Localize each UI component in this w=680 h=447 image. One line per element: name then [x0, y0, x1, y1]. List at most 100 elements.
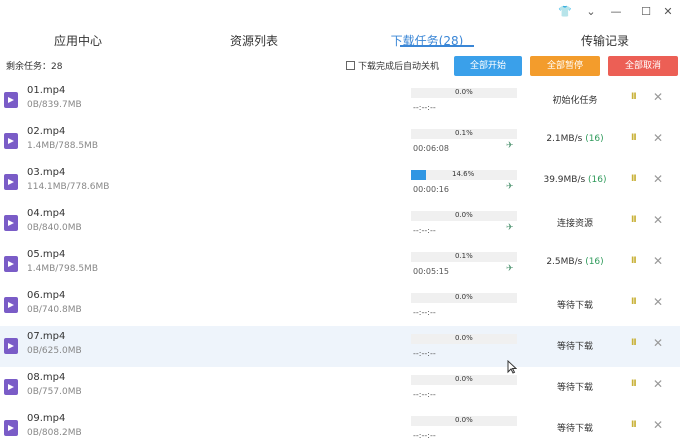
task-status: 39.9MB/s (16) [525, 175, 625, 185]
video-file-icon [4, 379, 18, 395]
task-progress-percent: 14.6% [452, 170, 475, 178]
task-status-text: 2.1MB/s [546, 134, 583, 144]
tab-download-tasks[interactable]: 下载任务(28) [357, 30, 497, 52]
task-file-size: 0B/839.7MB [27, 100, 82, 110]
video-file-icon [4, 338, 18, 354]
task-connection-count: (16) [588, 175, 607, 185]
tab-app-center[interactable]: 应用中心 [8, 30, 148, 52]
close-button[interactable]: ✕ [660, 4, 676, 20]
task-remaining-time: --:--:-- [413, 390, 436, 399]
auto-shutdown-option[interactable]: 下载完成后自动关机 [346, 59, 439, 72]
task-status: 初始化任务 [525, 93, 625, 106]
pause-task-button[interactable]: II [631, 297, 637, 307]
delete-task-button[interactable]: ✕ [653, 172, 663, 186]
task-row[interactable]: 01.mp4 0B/839.7MB 0.0% --:--:-- 初始化任务 II ✕ [0, 80, 680, 121]
task-status-text: 等待下载 [556, 342, 593, 352]
delete-task-button[interactable]: ✕ [653, 295, 663, 309]
pause-all-button[interactable]: 全部暂停 [530, 56, 600, 76]
accelerate-icon: ✈ [506, 182, 514, 192]
task-status-text: 等待下载 [556, 301, 593, 311]
task-file-size: 0B/757.0MB [27, 387, 82, 397]
delete-task-button[interactable]: ✕ [653, 90, 663, 104]
task-status: 等待下载 [525, 380, 625, 393]
menu-dropdown-icon[interactable]: ⌄ [583, 4, 599, 20]
skin-icon[interactable]: 👕 [557, 4, 573, 20]
video-file-icon [4, 215, 18, 231]
video-file-icon [4, 133, 18, 149]
maximize-button[interactable]: ☐ [638, 4, 654, 20]
task-file-name: 01.mp4 [27, 85, 66, 96]
task-file-size: 1.4MB/798.5MB [27, 264, 98, 274]
tab-resource-list[interactable]: 资源列表 [184, 30, 324, 52]
video-file-icon [4, 174, 18, 190]
task-row[interactable]: 05.mp4 1.4MB/798.5MB 0.1% 00:05:15 ✈ 2.5MB/s … [0, 244, 680, 285]
delete-task-button[interactable]: ✕ [653, 213, 663, 227]
pause-task-button[interactable]: II [631, 379, 637, 389]
task-progress-percent: 0.1% [455, 129, 473, 137]
task-file-name: 02.mp4 [27, 126, 66, 137]
task-progress-percent: 0.0% [455, 211, 473, 219]
task-status: 连接资源 [525, 216, 625, 229]
task-progress-percent: 0.0% [455, 293, 473, 301]
task-status: 2.1MB/s (16) [525, 134, 625, 144]
task-status: 等待下载 [525, 298, 625, 311]
task-remaining-time: 00:05:15 [413, 267, 449, 276]
task-file-name: 04.mp4 [27, 208, 66, 219]
accelerate-icon: ✈ [506, 264, 514, 274]
task-status: 2.5MB/s (16) [525, 257, 625, 267]
task-progress-percent: 0.0% [455, 375, 473, 383]
task-row[interactable]: 07.mp4 0B/625.0MB 0.0% --:--:-- 等待下载 II ✕ [0, 326, 680, 367]
auto-shutdown-checkbox[interactable] [346, 61, 355, 70]
task-file-name: 06.mp4 [27, 290, 66, 301]
task-status-text: 连接资源 [556, 219, 593, 229]
start-all-button[interactable]: 全部开始 [454, 56, 522, 76]
delete-task-button[interactable]: ✕ [653, 377, 663, 391]
accelerate-icon: ✈ [506, 223, 514, 233]
delete-task-button[interactable]: ✕ [653, 418, 663, 432]
task-row[interactable]: 02.mp4 1.4MB/788.5MB 0.1% 00:06:08 ✈ 2.1MB/s … [0, 121, 680, 162]
task-remaining-time: 00:00:16 [413, 185, 449, 194]
task-status-text: 2.5MB/s [546, 257, 583, 267]
task-row[interactable]: 03.mp4 114.1MB/778.6MB 14.6% 00:00:16 ✈ 39.9M… [0, 162, 680, 203]
task-status-text: 等待下载 [556, 383, 593, 393]
pause-task-button[interactable]: II [631, 420, 637, 430]
pause-task-button[interactable]: II [631, 338, 637, 348]
task-row[interactable]: 04.mp4 0B/840.0MB 0.0% --:--:-- ✈ 连接资源 II ✕ [0, 203, 680, 244]
task-connection-count: (16) [585, 257, 604, 267]
pause-task-button[interactable]: II [631, 174, 637, 184]
delete-task-button[interactable]: ✕ [653, 254, 663, 268]
task-status-text: 39.9MB/s [543, 175, 586, 185]
task-status-text: 等待下载 [556, 424, 593, 434]
task-file-size: 114.1MB/778.6MB [27, 182, 110, 192]
task-file-size: 0B/625.0MB [27, 346, 82, 356]
delete-task-button[interactable]: ✕ [653, 131, 663, 145]
minimize-button[interactable]: — [608, 4, 624, 20]
delete-task-button[interactable]: ✕ [653, 336, 663, 350]
task-file-name: 08.mp4 [27, 372, 66, 383]
cancel-all-button[interactable]: 全部取消 [608, 56, 678, 76]
task-file-name: 05.mp4 [27, 249, 66, 260]
task-file-name: 07.mp4 [27, 331, 66, 342]
task-row[interactable]: 08.mp4 0B/757.0MB 0.0% --:--:-- 等待下载 II ✕ [0, 367, 680, 408]
task-progress-percent: 0.1% [455, 252, 473, 260]
main-tabs: 应用中心 资源列表 下载任务(28) 传输记录 [0, 30, 680, 54]
task-progress-percent: 0.0% [455, 88, 473, 96]
task-remaining-time: --:--:-- [413, 103, 436, 112]
task-progress-percent: 0.0% [455, 334, 473, 342]
task-row[interactable]: 09.mp4 0B/808.2MB 0.0% --:--:-- 等待下载 II ✕ [0, 408, 680, 447]
task-file-size: 0B/840.0MB [27, 223, 82, 233]
accelerate-icon: ✈ [506, 141, 514, 151]
task-file-size: 0B/740.8MB [27, 305, 82, 315]
task-status: 等待下载 [525, 339, 625, 352]
task-file-name: 09.mp4 [27, 413, 66, 424]
task-connection-count: (16) [585, 134, 604, 144]
pause-task-button[interactable]: II [631, 133, 637, 143]
mouse-cursor-icon [507, 360, 517, 374]
task-row[interactable]: 06.mp4 0B/740.8MB 0.0% --:--:-- 等待下载 II ✕ [0, 285, 680, 326]
video-file-icon [4, 256, 18, 272]
task-toolbar: 剩余任务：28 下载完成后自动关机 全部开始 全部暂停 全部取消 [0, 55, 680, 77]
pause-task-button[interactable]: II [631, 256, 637, 266]
pause-task-button[interactable]: II [631, 215, 637, 225]
pause-task-button[interactable]: II [631, 92, 637, 102]
tab-transfer-records[interactable]: 传输记录 [535, 30, 675, 52]
